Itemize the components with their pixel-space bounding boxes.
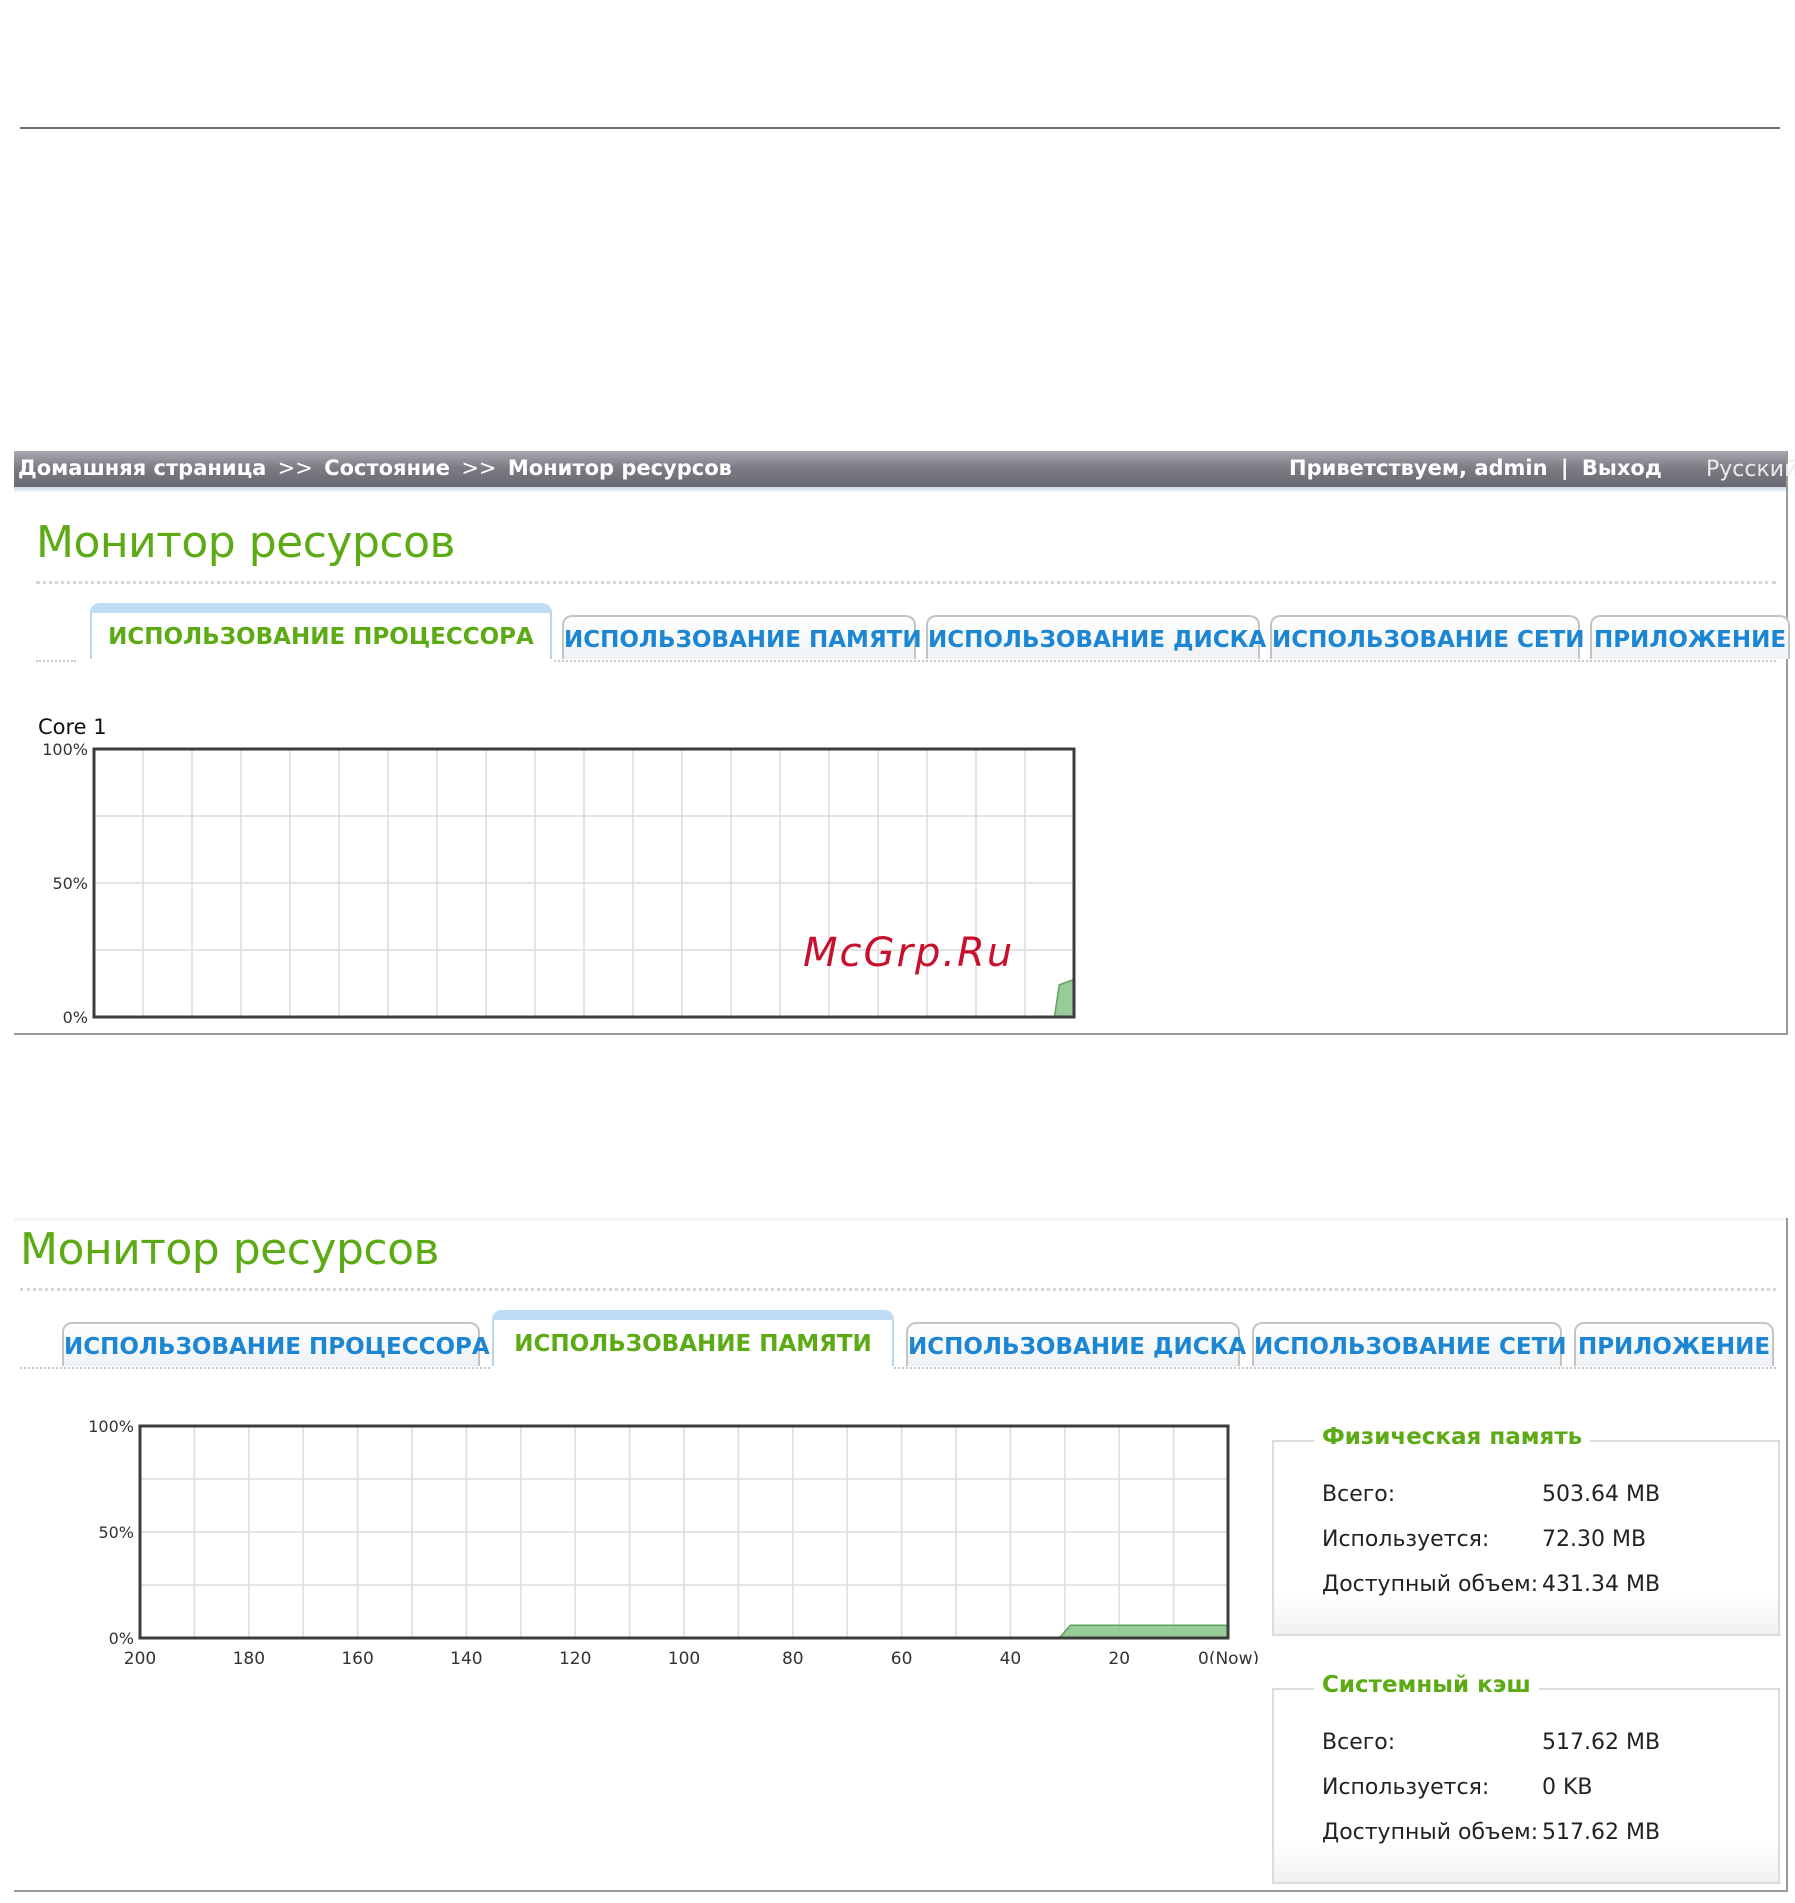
memory-usage-chart: 100% 50% 0%200 180 160 140 120 100 80 60 40 20 0(Now… <box>88 1417 1259 1664</box>
title-divider <box>20 1288 1776 1291</box>
top-navigation-bar: Домашняя страница >> Состояние >> Монито… <box>14 451 1795 487</box>
core-label: Core 1 <box>38 715 107 739</box>
greeting-text: Приветствуем, <box>1289 456 1468 480</box>
x-tick-label: 80 <box>782 1649 804 1664</box>
user-greeting: Приветствуем, admin | Выход <box>1289 456 1662 480</box>
breadcrumb-separator: >> <box>277 456 313 480</box>
tab-disk-usage[interactable]: ИСПОЛЬЗОВАНИЕ ДИСКА <box>926 615 1266 659</box>
breadcrumb-home-link[interactable]: Домашняя страница <box>18 456 266 480</box>
cache-available-label: Доступный объем: <box>1322 1820 1539 1845</box>
username: admin <box>1474 456 1548 480</box>
tab-baseline <box>894 1367 1776 1369</box>
tab-memory-usage[interactable]: ИСПОЛЬЗОВАНИЕ ПАМЯТИ <box>492 1310 894 1366</box>
x-tick-label: 180 <box>233 1649 265 1664</box>
x-tick-label: 40 <box>1000 1649 1022 1664</box>
cache-used-label: Используется: <box>1322 1775 1490 1800</box>
page-title: Монитор ресурсов <box>36 517 455 568</box>
cache-used-value: 0 KB <box>1542 1775 1593 1800</box>
physical-available-label: Доступный объем: <box>1322 1572 1539 1597</box>
page-top-rule <box>20 127 1780 129</box>
x-tick-label: 100 <box>668 1649 700 1664</box>
series-area-0 <box>1057 1624 1229 1639</box>
title-divider <box>36 581 1776 584</box>
page-title: Монитор ресурсов <box>20 1224 439 1275</box>
physical-available-value: 431.34 MB <box>1542 1572 1661 1597</box>
tab-baseline <box>554 660 1776 662</box>
y-tick-label: 50% <box>98 1523 134 1542</box>
user-divider: | <box>1560 456 1569 480</box>
cpu-usage-chart: 100% 50% 0% <box>42 740 1076 1027</box>
x-tick-label: 120 <box>559 1649 591 1664</box>
system-cache-title: Системный кэш <box>1314 1672 1539 1698</box>
breadcrumb-current: Монитор ресурсов <box>507 456 732 480</box>
y-tick-label: 0% <box>109 1629 134 1648</box>
physical-memory-panel: Физическая память Всего: 503.64 MB Испол… <box>1272 1424 1780 1636</box>
x-tick-label: 160 <box>341 1649 373 1664</box>
tab-application[interactable]: ПРИЛОЖЕНИЕ <box>1590 615 1790 659</box>
series-area-0 <box>1053 978 1075 1018</box>
tab-network-usage[interactable]: ИСПОЛЬЗОВАНИЕ СЕТИ <box>1252 1322 1567 1366</box>
breadcrumb-status-link[interactable]: Состояние <box>324 456 450 480</box>
y-tick-label: 0% <box>63 1008 88 1027</box>
x-tick-label: 20 <box>1108 1649 1130 1664</box>
y-tick-label: 100% <box>42 740 88 759</box>
memory-usage-screen: Монитор ресурсов ИСПОЛЬЗОВАНИЕ ПРОЦЕССОР… <box>14 1218 1788 1892</box>
x-tick-label: 140 <box>450 1649 482 1664</box>
logout-link[interactable]: Выход <box>1582 456 1662 480</box>
cache-total-value: 517.62 MB <box>1542 1730 1661 1755</box>
topbar-shadow <box>14 487 1786 493</box>
physical-used-label: Используется: <box>1322 1527 1490 1552</box>
system-cache-panel: Системный кэш Всего: 517.62 MB Используе… <box>1272 1672 1780 1884</box>
y-tick-label: 50% <box>52 874 88 893</box>
x-tick-label: 200 <box>124 1649 156 1664</box>
tab-application[interactable]: ПРИЛОЖЕНИЕ <box>1574 1322 1774 1366</box>
tab-network-usage[interactable]: ИСПОЛЬЗОВАНИЕ СЕТИ <box>1270 615 1585 659</box>
y-tick-label: 100% <box>88 1417 134 1436</box>
x-tick-label: 0(Now) <box>1198 1649 1259 1664</box>
breadcrumb-separator: >> <box>461 456 497 480</box>
tab-disk-usage[interactable]: ИСПОЛЬЗОВАНИЕ ДИСКА <box>906 1322 1246 1366</box>
physical-total-value: 503.64 MB <box>1542 1482 1661 1507</box>
tab-baseline <box>20 1367 490 1369</box>
tab-cpu-usage[interactable]: ИСПОЛЬЗОВАНИЕ ПРОЦЕССОРА <box>62 1322 490 1366</box>
tab-baseline <box>36 660 76 662</box>
physical-memory-title: Физическая память <box>1314 1424 1591 1450</box>
tab-bar: ИСПОЛЬЗОВАНИЕ ПРОЦЕССОРА ИСПОЛЬЗОВАНИЕ П… <box>20 1306 1776 1366</box>
physical-total-label: Всего: <box>1322 1482 1396 1507</box>
tab-bar: ИСПОЛЬЗОВАНИЕ ПРОЦЕССОРА ИСПОЛЬЗОВАНИЕ П… <box>36 599 1790 659</box>
panel-top-shade <box>14 1218 1786 1222</box>
breadcrumb: Домашняя страница >> Состояние >> Монито… <box>18 456 732 480</box>
cache-total-label: Всего: <box>1322 1730 1396 1755</box>
tab-memory-usage[interactable]: ИСПОЛЬЗОВАНИЕ ПАМЯТИ <box>562 615 922 659</box>
cache-available-value: 517.62 MB <box>1542 1820 1661 1845</box>
language-selector[interactable]: Русский <box>1706 457 1795 482</box>
physical-used-value: 72.30 MB <box>1542 1527 1647 1552</box>
watermark: McGrp.Ru <box>803 930 1015 976</box>
tab-cpu-usage[interactable]: ИСПОЛЬЗОВАНИЕ ПРОЦЕССОРА <box>90 603 552 659</box>
x-tick-label: 60 <box>891 1649 913 1664</box>
